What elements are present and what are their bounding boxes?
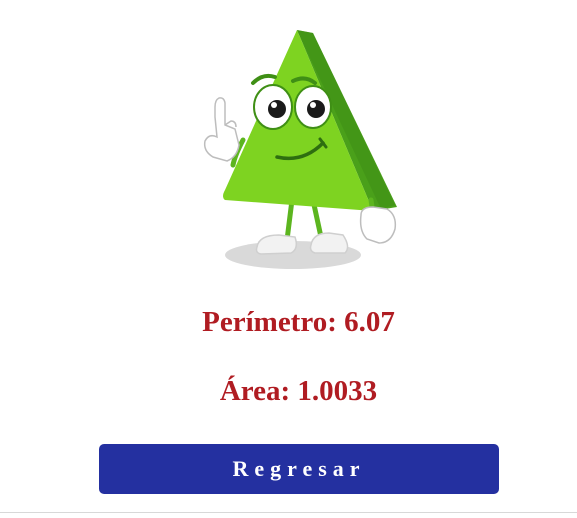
back-button[interactable]: Regresar (99, 444, 499, 494)
perimeter-label: Perímetro: (202, 306, 337, 338)
area-label: Área: (219, 375, 291, 407)
triangle-mascot-icon (195, 25, 405, 275)
area-result: Área: 1.0033 (0, 377, 577, 406)
perimeter-value: 6.07 (344, 306, 395, 338)
perimeter-result: Perímetro: 6.07 (0, 308, 577, 337)
area-value: 1.0033 (297, 375, 378, 407)
divider (0, 512, 577, 513)
result-page: Perímetro: 6.07 Área: 1.0033 Regresar (0, 0, 577, 518)
